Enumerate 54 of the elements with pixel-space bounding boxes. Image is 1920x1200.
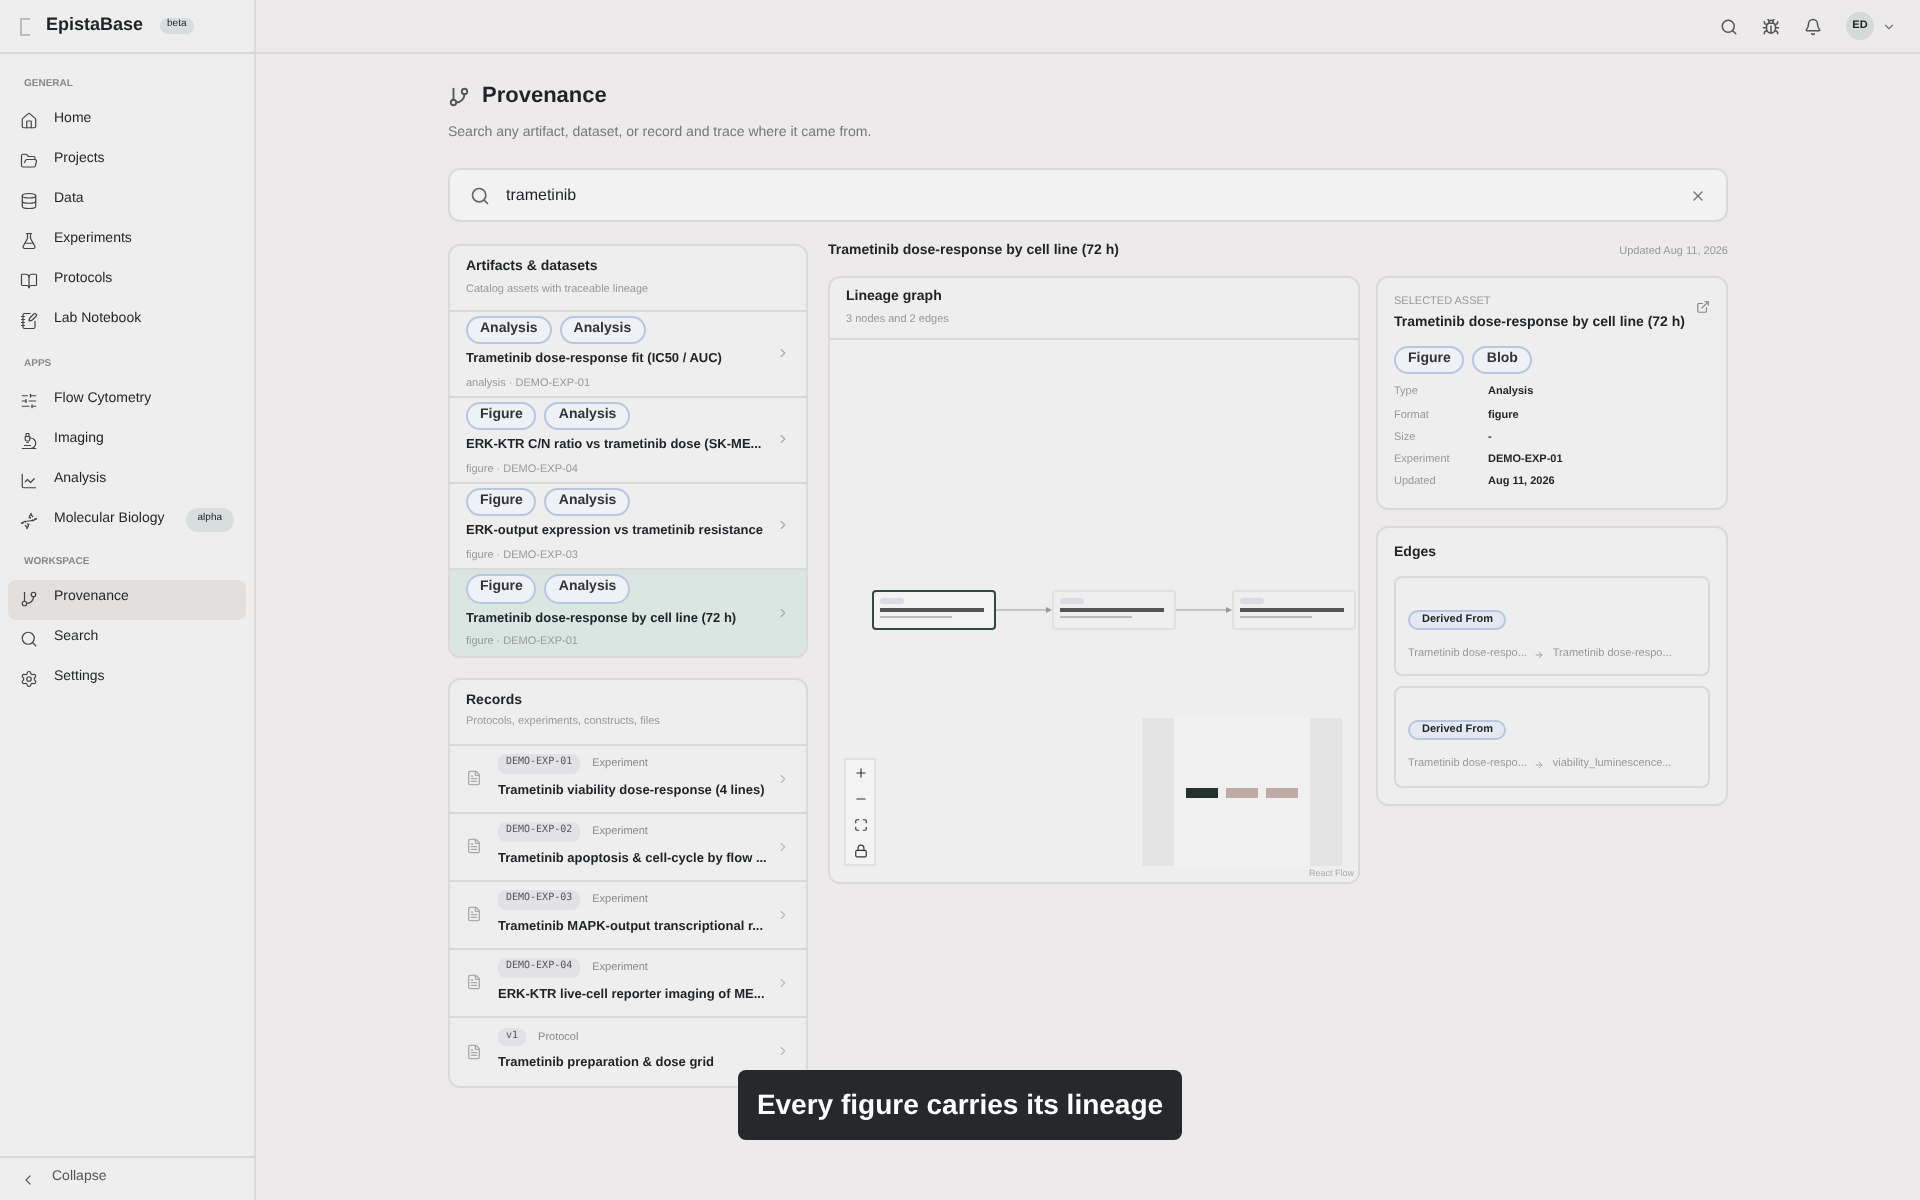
settings-icon (20, 670, 38, 688)
chevron-left-icon (20, 1171, 36, 1187)
notebook-icon (20, 312, 38, 330)
dna-icon (20, 511, 38, 529)
clear-icon[interactable] (1690, 187, 1706, 203)
minimap-node (1266, 787, 1298, 797)
line-chart-icon (20, 471, 38, 489)
chevron-right-icon (776, 907, 790, 921)
minimap-node (1186, 787, 1218, 797)
file-icon (466, 770, 482, 786)
chevron-right-icon (776, 975, 790, 989)
file-icon (466, 906, 482, 922)
file-icon (466, 838, 482, 854)
book-icon (20, 272, 38, 290)
chevron-right-icon (776, 839, 790, 853)
zoom-in-icon[interactable] (853, 766, 867, 780)
chevron-right-icon (776, 518, 790, 533)
chevron-right-icon (776, 432, 790, 447)
chevron-right-icon (776, 346, 790, 361)
fit-view-icon[interactable] (853, 818, 867, 832)
lineage-toast: Every figure carries its lineage (738, 1070, 1182, 1140)
search-field[interactable]: trametinib (448, 168, 1728, 222)
graph-node[interactable] (872, 589, 996, 630)
logo-icon (20, 17, 30, 35)
bug-icon[interactable] (1762, 17, 1780, 35)
chevron-down-icon[interactable] (1882, 19, 1896, 33)
microscope-icon (20, 431, 38, 449)
home-icon (20, 112, 38, 130)
lock-icon[interactable] (853, 844, 867, 858)
search-icon[interactable] (1720, 17, 1738, 35)
bell-icon[interactable] (1804, 17, 1822, 35)
edge-line (1176, 605, 1232, 614)
search-icon (20, 630, 38, 648)
branch-icon (20, 590, 38, 608)
chevron-right-icon (776, 605, 790, 620)
flask-icon (20, 232, 38, 250)
external-link-icon[interactable] (1696, 300, 1710, 314)
folder-icon (20, 152, 38, 170)
chevron-right-icon (776, 1044, 790, 1058)
zoom-out-icon[interactable] (853, 792, 867, 806)
minimap-node (1226, 787, 1258, 797)
branch-icon (448, 85, 470, 108)
page-title: Provenance (482, 82, 607, 112)
search-icon (470, 185, 490, 205)
sliders-icon (20, 391, 38, 409)
edge-line (996, 605, 1052, 614)
chevron-right-icon (776, 771, 790, 785)
arrow-right-icon (1534, 649, 1545, 660)
file-icon (466, 974, 482, 990)
database-icon (20, 192, 38, 210)
brand-name: EpistaBase (46, 12, 144, 39)
file-icon (466, 1043, 482, 1059)
arrow-right-icon (1534, 759, 1545, 770)
search-input[interactable]: trametinib (506, 183, 1674, 207)
